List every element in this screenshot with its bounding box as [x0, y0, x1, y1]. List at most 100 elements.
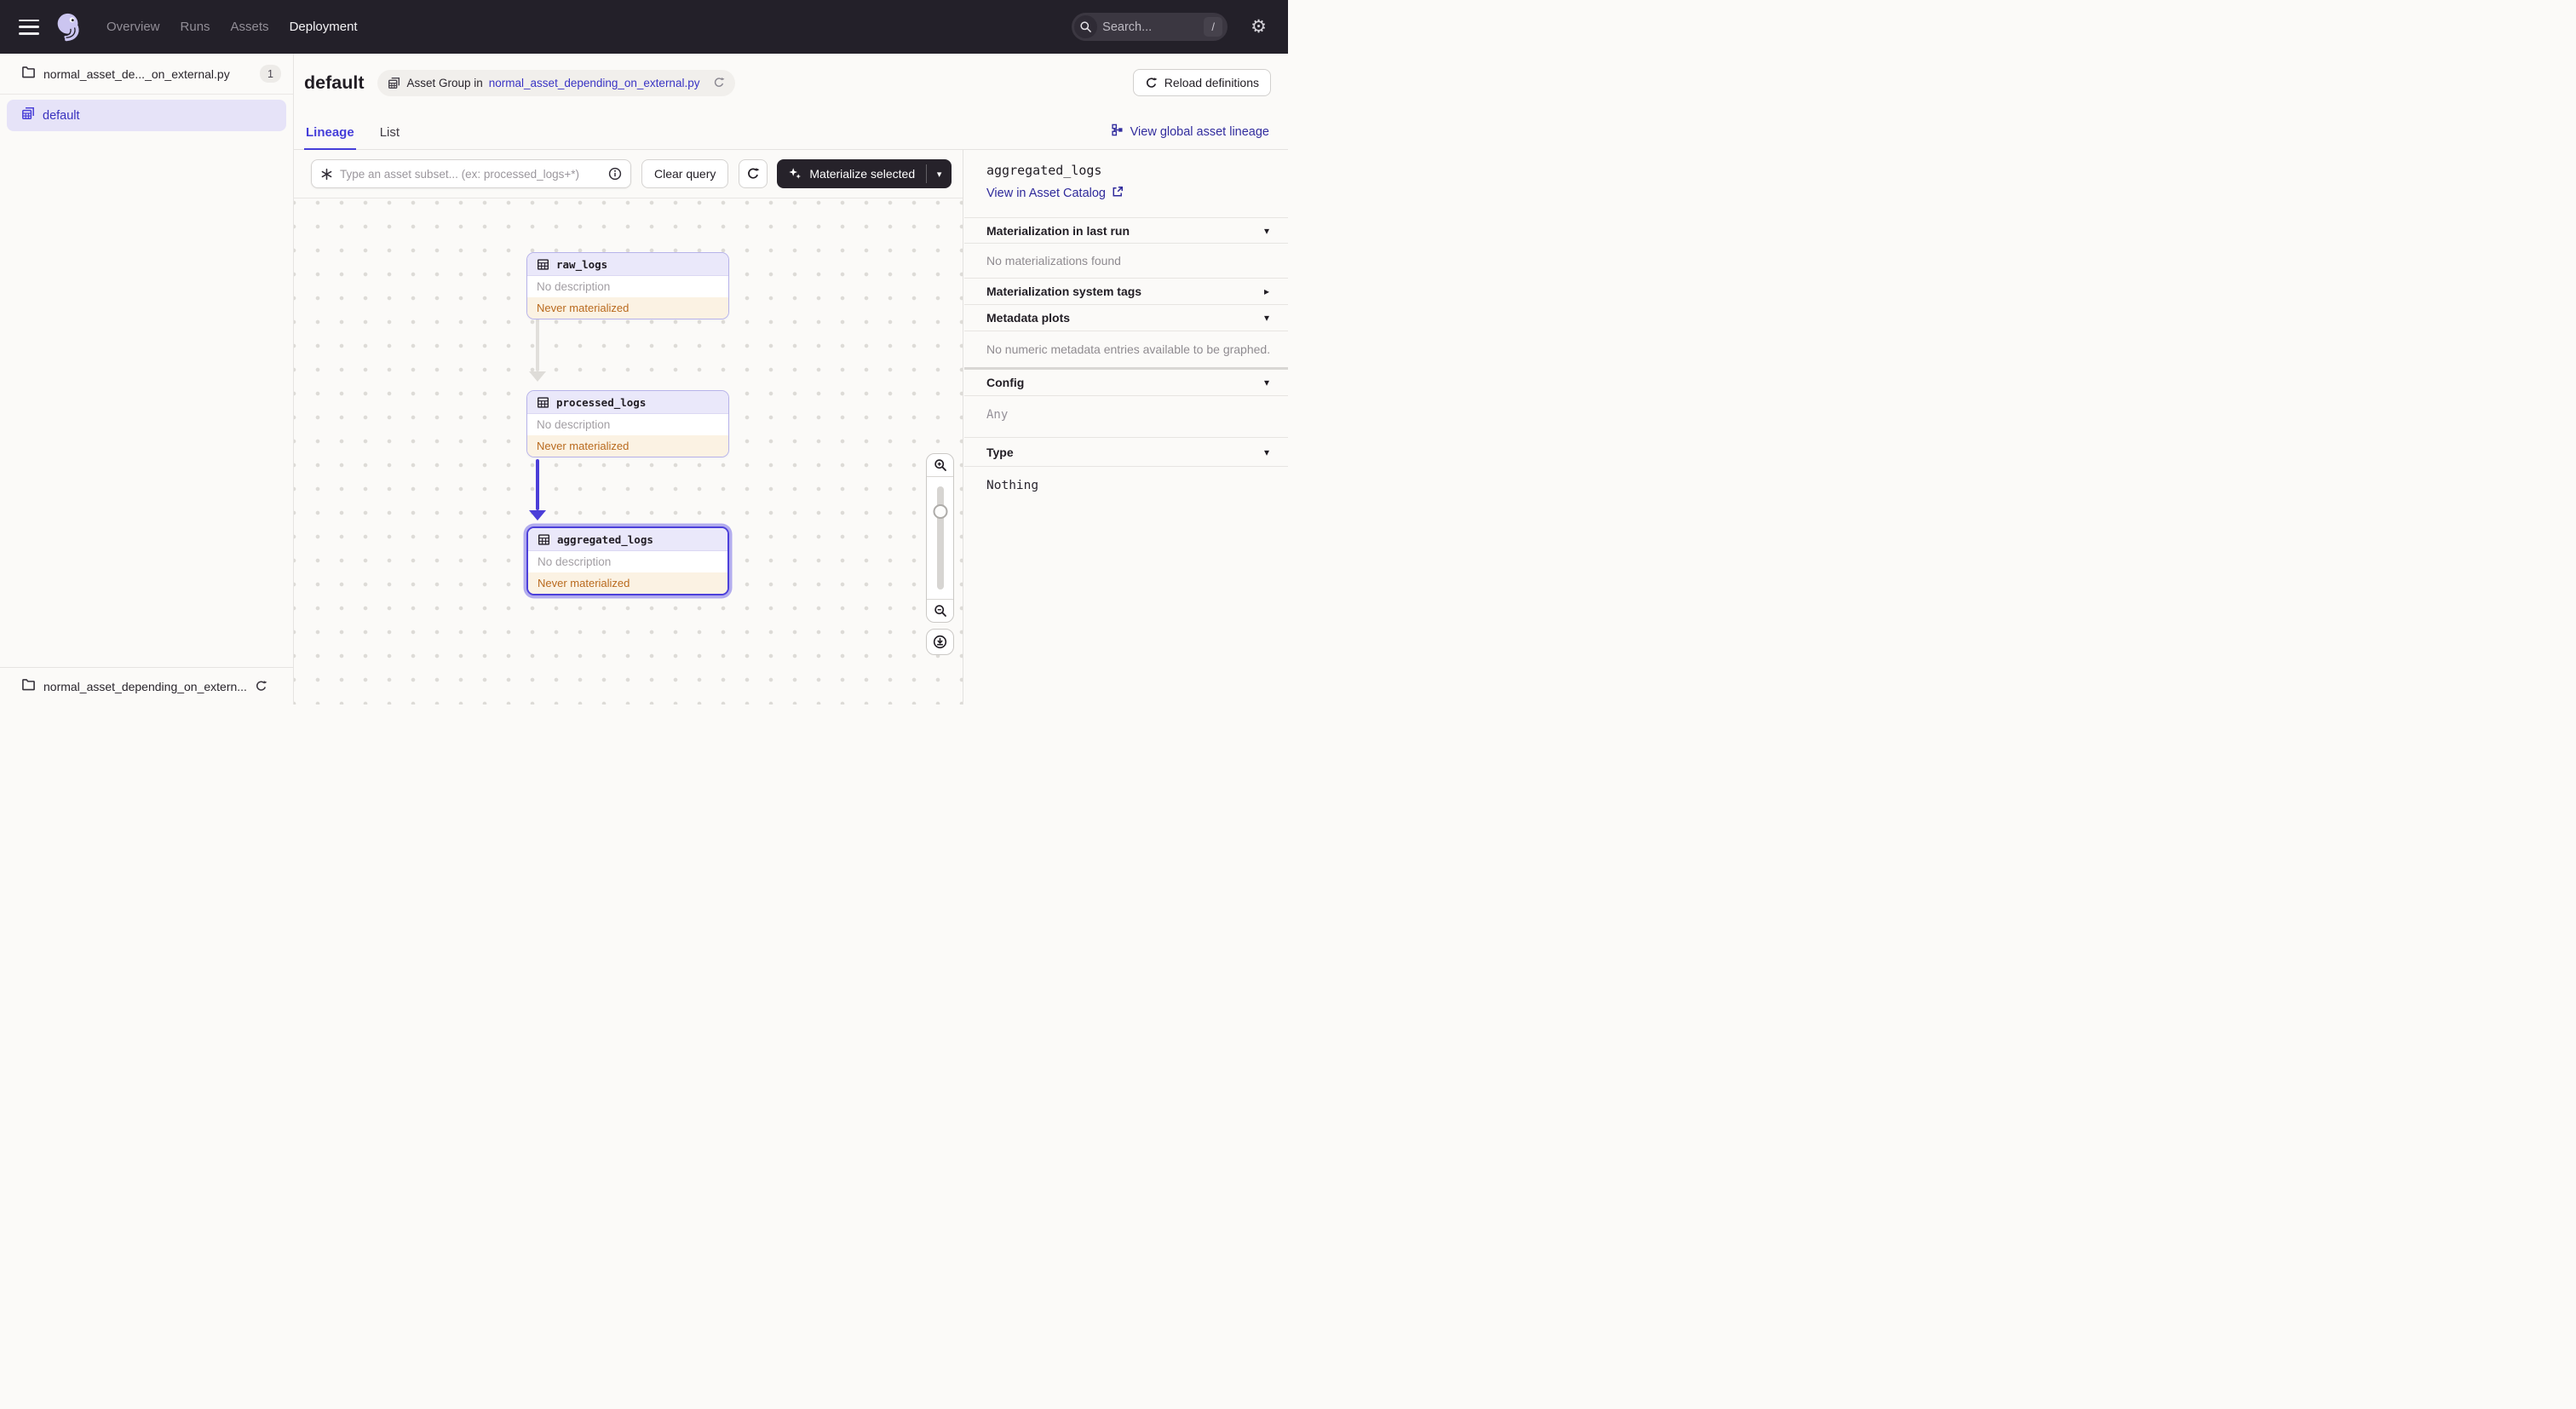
tab-list[interactable]: List [378, 117, 401, 150]
zoom-in-button[interactable] [927, 454, 953, 477]
section-label: Type [986, 445, 1014, 459]
tab-lineage[interactable]: Lineage [304, 117, 356, 150]
chevron-down-icon: ▾ [1263, 377, 1269, 388]
info-icon[interactable] [608, 167, 622, 181]
section-metadata-plots[interactable]: Metadata plots ▾ [964, 305, 1288, 331]
asset-name: aggregated_logs [557, 532, 653, 546]
config-value: Any [964, 396, 1288, 438]
reload-location-icon[interactable] [713, 77, 725, 89]
hamburger-menu-icon[interactable] [19, 19, 39, 35]
nav-link-overview[interactable]: Overview [105, 14, 162, 39]
settings-gear-icon[interactable]: ⚙ [1251, 18, 1267, 36]
section-label: Materialization in last run [986, 223, 1130, 238]
materialize-selected-button[interactable]: Materialize selected ▾ [777, 159, 952, 188]
dagster-logo-icon[interactable] [52, 11, 84, 43]
section-materialization-last-run[interactable]: Materialization in last run ▾ [964, 218, 1288, 244]
refresh-graph-button[interactable] [739, 159, 768, 188]
chevron-down-icon: ▾ [1263, 312, 1269, 324]
asset-description: No description [528, 551, 727, 572]
page-title: default [304, 72, 365, 93]
group-label: default [43, 108, 80, 123]
chevron-right-icon: ▸ [1263, 285, 1269, 297]
materialization-empty-text: No materializations found [964, 244, 1288, 279]
zoom-out-button[interactable] [927, 599, 953, 622]
zoom-slider[interactable] [927, 477, 953, 599]
nav-link-deployment[interactable]: Deployment [288, 14, 359, 39]
code-location-sidebar: normal_asset_de..._on_external.py 1 defa… [0, 54, 294, 704]
section-label: Materialization system tags [986, 285, 1142, 298]
asset-detail-panel: aggregated_logs View in Asset Catalog Ma… [964, 150, 1288, 704]
section-materialization-system-tags[interactable]: Materialization system tags ▸ [964, 279, 1288, 305]
section-config[interactable]: Config ▾ [964, 370, 1288, 396]
sidebar-item-code-location-footer[interactable]: normal_asset_depending_on_extern... [0, 667, 293, 704]
asset-node-processed-logs[interactable]: processed_logs No description Never mate… [526, 390, 729, 457]
asset-count-badge: 1 [260, 65, 281, 83]
sidebar-item-code-location[interactable]: normal_asset_de..._on_external.py 1 [0, 54, 293, 95]
asset-detail-title: aggregated_logs [986, 163, 1102, 178]
external-link-icon [1112, 186, 1124, 201]
reload-definitions-button[interactable]: Reload definitions [1132, 69, 1271, 96]
breadcrumb-prefix: Asset Group in [406, 76, 483, 89]
folder-icon [21, 65, 36, 83]
search-input[interactable] [1097, 20, 1205, 34]
search-shortcut-key: / [1204, 17, 1223, 37]
nav-links: Overview Runs Assets Deployment [105, 14, 359, 39]
asset-status: Never materialized [528, 572, 727, 594]
dagster-app: Overview Runs Assets Deployment / ⚙ norm… [0, 0, 1288, 704]
section-label: Metadata plots [986, 311, 1071, 325]
metadata-plots-empty-text: No numeric metadata entries available to… [986, 342, 1271, 356]
section-type[interactable]: Type ▾ [964, 438, 1288, 467]
asset-status: Never materialized [527, 435, 728, 457]
code-location-link[interactable]: normal_asset_depending_on_external.py [489, 77, 700, 89]
tabs-row: Lineage List View global asset lineage [294, 114, 1288, 150]
reload-definitions-label: Reload definitions [1164, 76, 1259, 89]
asset-description: No description [527, 276, 728, 297]
search-icon [1074, 15, 1098, 38]
download-graph-image-button[interactable] [926, 629, 954, 655]
code-location-footer-label: normal_asset_depending_on_extern... [43, 679, 247, 693]
clear-query-button[interactable]: Clear query [641, 159, 729, 188]
asset-catalog-link-label: View in Asset Catalog [986, 187, 1106, 200]
global-search[interactable]: / [1072, 13, 1228, 41]
zoom-control [926, 453, 954, 623]
zoom-slider-track[interactable] [936, 486, 944, 589]
view-global-asset-lineage-label: View global asset lineage [1130, 124, 1269, 139]
asset-group-icon [388, 77, 400, 89]
chevron-down-icon: ▾ [1263, 446, 1269, 458]
nav-link-runs[interactable]: Runs [179, 14, 212, 39]
asset-subset-input[interactable] [333, 167, 608, 181]
materialize-sparkle-icon [788, 166, 802, 182]
code-location-label: normal_asset_de..._on_external.py [43, 66, 230, 81]
reload-location-icon[interactable] [255, 680, 267, 693]
materialize-dropdown-caret[interactable]: ▾ [927, 159, 952, 188]
top-nav: Overview Runs Assets Deployment / ⚙ [0, 0, 1288, 54]
asset-name: processed_logs [556, 395, 647, 409]
asset-name: raw_logs [556, 257, 608, 271]
view-in-asset-catalog-link[interactable]: View in Asset Catalog [986, 186, 1124, 201]
view-global-asset-lineage-link[interactable]: View global asset lineage [1111, 124, 1269, 149]
asset-status: Never materialized [527, 297, 728, 319]
materialize-selected-label: Materialize selected [809, 167, 916, 181]
type-value: Nothing [986, 479, 1039, 492]
sidebar-item-default-group[interactable]: default [7, 100, 286, 131]
graph-toolbar: Clear query Materialize selected ▾ [294, 150, 963, 198]
lineage-canvas[interactable]: raw_logs No description Never materializ… [294, 199, 963, 704]
lineage-graph-icon [1111, 124, 1124, 140]
folder-icon [21, 677, 36, 696]
lineage-canvas-region: Clear query Materialize selected ▾ [294, 150, 963, 704]
asset-subset-field[interactable] [311, 159, 631, 188]
zoom-slider-thumb[interactable] [933, 504, 947, 519]
table-icon [537, 396, 549, 409]
title-row: default Asset Group in normal_asset_depe… [304, 63, 1271, 102]
nav-link-assets[interactable]: Assets [229, 14, 271, 39]
asset-description: No description [527, 414, 728, 435]
asset-detail-header: aggregated_logs View in Asset Catalog [964, 150, 1288, 218]
table-icon [538, 533, 550, 546]
chevron-down-icon: ▾ [1263, 224, 1269, 237]
asset-group-icon [21, 106, 35, 124]
asset-node-aggregated-logs[interactable]: aggregated_logs No description Never mat… [526, 526, 729, 595]
section-label: Config [986, 376, 1025, 389]
table-icon [537, 258, 549, 271]
asset-node-raw-logs[interactable]: raw_logs No description Never materializ… [526, 252, 729, 319]
page-header: default Asset Group in normal_asset_depe… [294, 54, 1288, 150]
